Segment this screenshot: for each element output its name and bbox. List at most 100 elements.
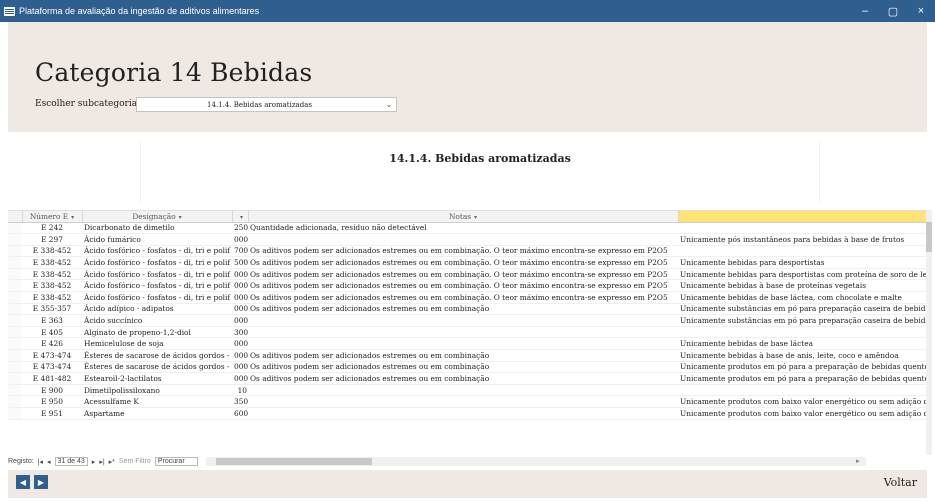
row-selector[interactable] (8, 256, 22, 269)
table-cell[interactable]: E 338-452 (22, 291, 82, 304)
minimize-button[interactable]: – (851, 0, 879, 22)
table-cell[interactable] (248, 407, 678, 420)
table-row[interactable]: E 900 Dimetilpolissiloxano 10 (8, 384, 928, 397)
sort-icon[interactable]: ▾ (179, 214, 182, 221)
column-header-value[interactable]: ▾ (232, 211, 249, 223)
table-cell[interactable]: Os aditivos podem ser adicionados estrem… (248, 291, 678, 304)
table-cell[interactable]: Unicamente pós instantâneos para bebidas… (678, 233, 928, 246)
table-row[interactable]: E 338-452 Ácido fosfórico - fosfatos - di… (8, 279, 928, 293)
table-cell[interactable]: Os aditivos podem ser adicionados estrem… (248, 279, 678, 293)
table-row[interactable]: E 242 Dicarbonato de dimetilo 250 Quantidad… (8, 222, 928, 235)
sort-icon[interactable]: ▾ (474, 214, 477, 221)
row-selector[interactable] (8, 268, 22, 281)
new-record-button[interactable]: ▸* (109, 458, 115, 466)
table-cell[interactable] (248, 314, 678, 327)
table-cell[interactable]: Ésteres de sacarose de ácidos gordos - (82, 349, 232, 362)
scrollbar-thumb[interactable] (215, 458, 372, 465)
table-row[interactable]: E 950 Acessulfame K 350 Unicamente produtos… (8, 395, 928, 408)
row-selector[interactable] (8, 349, 22, 362)
table-row[interactable]: E 338-452 Ácido fosfórico - fosfatos - di… (8, 256, 928, 269)
table-cell[interactable]: 10 (232, 384, 248, 397)
column-header-restrictions[interactable] (678, 211, 929, 223)
table-row[interactable]: E 338-452 Ácido fosfórico - fosfatos - di… (8, 245, 928, 258)
table-cell[interactable] (248, 233, 678, 246)
table-cell[interactable]: Ácido fosfórico - fosfatos - di, tri e p… (82, 256, 232, 269)
table-row[interactable]: E 426 Hemicelulose de soja 000 Unicamente b… (8, 337, 928, 351)
table-cell[interactable]: E 950 (22, 395, 82, 408)
table-cell[interactable]: Ácido succínico (82, 314, 232, 327)
search-input[interactable]: Procurar (154, 457, 198, 466)
voltar-button[interactable]: Voltar (884, 476, 917, 489)
table-cell[interactable]: Os aditivos podem ser adicionados estrem… (248, 268, 678, 281)
table-cell[interactable]: Unicamente bebidas à base de proteínas v… (678, 279, 928, 293)
row-selector[interactable] (8, 233, 22, 246)
table-cell[interactable]: 500 (232, 256, 248, 269)
table-cell[interactable]: Unicamente bebidas à base de anis, leite… (678, 349, 928, 362)
table-cell[interactable]: 000 (232, 349, 248, 362)
table-cell[interactable]: E 338-452 (22, 245, 82, 258)
table-cell[interactable]: 300 (232, 326, 248, 339)
row-selector[interactable] (8, 384, 22, 397)
table-cell[interactable]: Unicamente bebidas para desportistas (678, 256, 928, 269)
table-cell[interactable]: Dicarbonato de dimetilo (82, 222, 232, 235)
table-cell[interactable]: 250 (232, 222, 248, 235)
row-selector[interactable] (8, 407, 22, 420)
row-selector[interactable] (8, 303, 22, 316)
row-selector[interactable] (8, 395, 22, 408)
table-cell[interactable]: Os aditivos podem ser adicionados estrem… (248, 349, 678, 362)
table-cell[interactable]: Hemicelulose de soja (82, 337, 232, 351)
table-cell[interactable]: E 473-474 (22, 349, 82, 362)
table-cell[interactable] (248, 337, 678, 351)
scrollbar-thumb[interactable] (926, 222, 932, 252)
table-cell[interactable]: Unicamente produtos em pó para a prepara… (678, 361, 928, 374)
table-cell[interactable]: 350 (232, 395, 248, 408)
row-selector[interactable] (8, 291, 22, 304)
table-cell[interactable]: 000 (232, 372, 248, 385)
table-cell[interactable]: E 297 (22, 233, 82, 246)
row-selector[interactable] (8, 245, 22, 258)
table-cell[interactable]: Unicamente produtos com baixo valor ener… (678, 407, 928, 420)
row-selector[interactable] (8, 314, 22, 327)
table-row[interactable]: E 473-474 Ésteres de sacarose de ácidos g… (8, 349, 928, 362)
vertical-scrollbar[interactable] (926, 210, 932, 455)
table-cell[interactable]: Unicamente produtos em pó para a prepara… (678, 372, 928, 385)
scroll-right-icon[interactable]: ▸ (856, 457, 860, 465)
chevron-down-icon[interactable]: ⌄ (382, 100, 396, 109)
table-cell[interactable]: Ácido fosfórico - fosfatos - di, tri e p… (82, 245, 232, 258)
first-record-button[interactable]: |◂ (38, 458, 43, 466)
next-button[interactable]: ▶ (34, 475, 48, 489)
table-cell[interactable]: E 900 (22, 384, 82, 397)
table-cell[interactable]: E 242 (22, 222, 82, 235)
table-cell[interactable]: Ácido fosfórico - fosfatos - di, tri e p… (82, 291, 232, 304)
table-cell[interactable] (678, 326, 928, 339)
table-cell[interactable]: 000 (232, 279, 248, 293)
row-selector[interactable] (8, 361, 22, 374)
table-cell[interactable]: E 426 (22, 337, 82, 351)
next-record-button[interactable]: ▸ (92, 458, 96, 466)
table-cell[interactable] (248, 326, 678, 339)
table-cell[interactable] (248, 384, 678, 397)
table-cell[interactable]: 600 (232, 407, 248, 420)
table-row[interactable]: E 338-452 Ácido fosfórico - fosfatos - di… (8, 291, 928, 304)
table-cell[interactable]: Acessulfame K (82, 395, 232, 408)
table-row[interactable]: E 951 Aspartame 600 Unicamente produtos com… (8, 407, 928, 420)
table-cell[interactable]: E 338-452 (22, 268, 82, 281)
table-row[interactable]: E 297 Ácido fumárico 000 Unicamente pós ins… (8, 233, 928, 246)
table-cell[interactable]: Unicamente substâncias em pó para prepar… (678, 303, 928, 316)
select-all-cell[interactable] (8, 211, 23, 223)
table-cell[interactable]: 700 (232, 245, 248, 258)
table-cell[interactable]: Os aditivos podem ser adicionados estrem… (248, 256, 678, 269)
table-row[interactable]: E 355-357 Ácido adípico - adipatos 000 Os a… (8, 303, 928, 316)
filter-toggle[interactable]: Sem Filtro (119, 458, 151, 465)
table-cell[interactable]: Estearoil-2-lactilatos (82, 372, 232, 385)
table-cell[interactable]: Alginato de propeno-1,2-diol (82, 326, 232, 339)
table-cell[interactable]: 000 (232, 233, 248, 246)
table-cell[interactable]: E 338-452 (22, 256, 82, 269)
column-header-notas[interactable]: Notas ▾ (248, 211, 679, 223)
table-cell[interactable]: Ácido fosfórico - fosfatos - di, tri e p… (82, 268, 232, 281)
table-cell[interactable]: Ácido fosfórico - fosfatos - di, tri e p… (82, 279, 232, 293)
column-header-numero-e[interactable]: Número E ▾ (22, 211, 83, 223)
table-row[interactable]: E 473-474 Ésteres de sacarose de ácidos g… (8, 361, 928, 374)
table-cell[interactable]: Unicamente bebidas para desportistas com… (678, 268, 928, 281)
table-cell[interactable]: 000 (232, 314, 248, 327)
